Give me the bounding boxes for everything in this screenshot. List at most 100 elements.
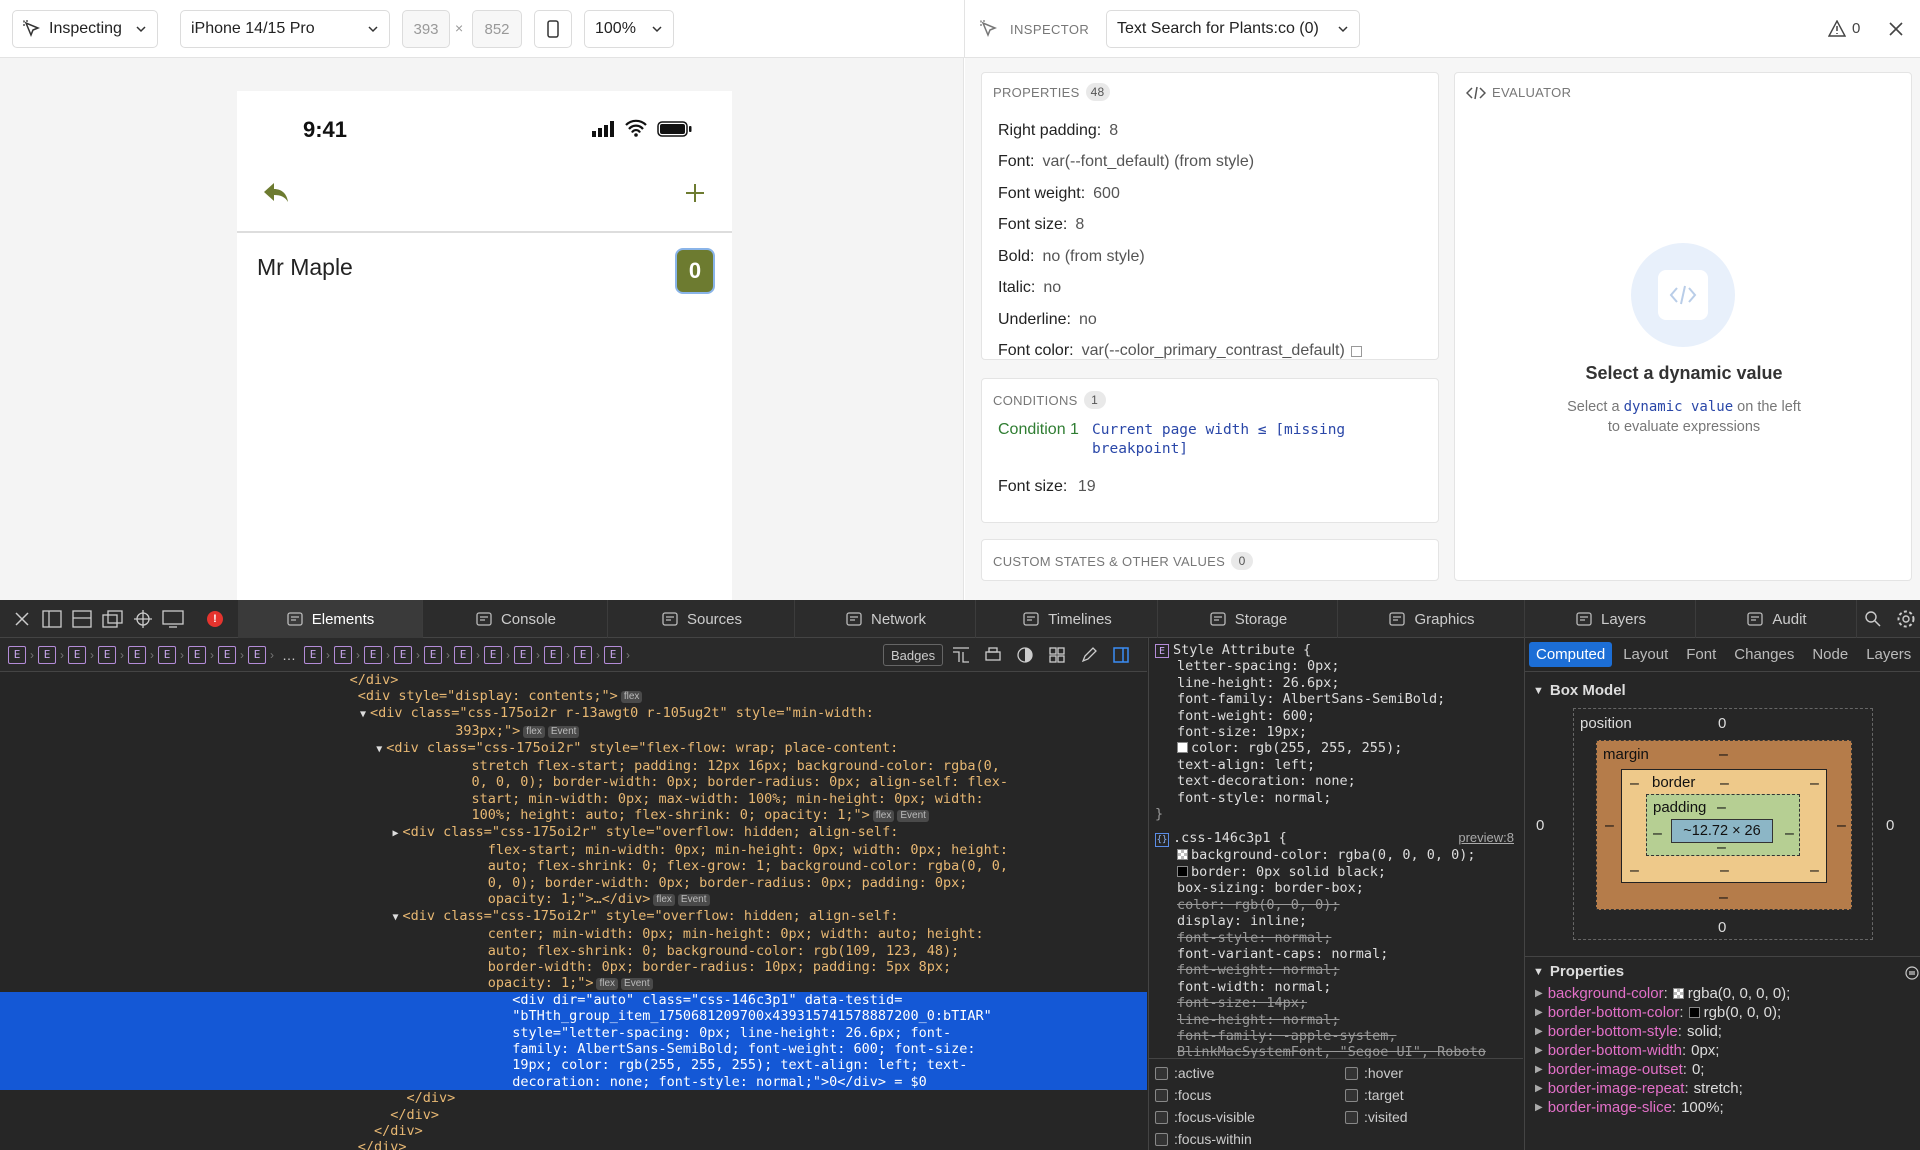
disclosure-triangle-icon[interactable]: ▶ — [393, 828, 399, 839]
pseudo-class-checkbox[interactable]: :active — [1155, 1065, 1214, 1081]
width-input[interactable]: 393 — [402, 10, 450, 48]
property-row[interactable]: Font size: 8 — [998, 210, 1428, 242]
breadcrumb-element[interactable]: E — [98, 645, 116, 664]
dom-tree-line[interactable]: <div style="display: contents;"> flex — [0, 688, 1147, 704]
flex-badge[interactable]: flex — [523, 726, 545, 739]
style-declaration[interactable]: line-height: 26.6px; — [1149, 675, 1523, 691]
devtools-tab-sources[interactable]: Sources — [609, 600, 795, 638]
breadcrumb-element[interactable]: E — [574, 645, 592, 664]
dom-tree-line[interactable]: family: AlbertSans-SemiBold; font-weight… — [0, 1040, 1147, 1058]
condition-expression[interactable]: Current page width ≤ [missing breakpoint] — [1092, 421, 1345, 459]
devtools-tab-console[interactable]: Console — [424, 600, 608, 638]
property-row[interactable]: Bold: no (from style) — [998, 241, 1428, 273]
computed-property[interactable]: ▶ background-color: rgba(0, 0, 0, 0); — [1535, 984, 1920, 1003]
devtools-tab-storage[interactable]: Storage — [1159, 600, 1338, 638]
height-input[interactable]: 852 — [472, 10, 522, 48]
rotate-device-button[interactable] — [534, 10, 572, 48]
detach-window-icon[interactable] — [102, 610, 124, 628]
property-row[interactable]: Italic: no — [998, 273, 1428, 305]
style-declaration[interactable]: BlinkMacSystemFont, "Segoe UI", Roboto — [1149, 1044, 1523, 1058]
breadcrumb-element[interactable]: E — [514, 645, 532, 664]
pseudo-class-checkbox[interactable]: :visited — [1345, 1109, 1408, 1125]
disclosure-triangle-icon[interactable]: ▶ — [1535, 1083, 1543, 1094]
event-badge[interactable]: Event — [897, 810, 929, 823]
appearance-icon[interactable] — [1016, 646, 1034, 664]
breadcrumb-element[interactable]: E — [604, 645, 622, 664]
style-declaration[interactable]: font-width: normal; — [1149, 979, 1523, 995]
dom-tree-line[interactable]: start; min-width: 0px; max-width: 100%; … — [0, 791, 1147, 807]
disclosure-triangle-icon[interactable]: ▼ — [393, 912, 399, 923]
computed-tab-layers[interactable]: Layers — [1859, 642, 1918, 667]
disclosure-triangle-icon[interactable]: ▶ — [1535, 1007, 1543, 1018]
dock-right-icon[interactable] — [72, 610, 92, 628]
close-icon[interactable] — [1888, 21, 1904, 37]
dom-tree-line[interactable]: "bTHth_group_item_1750681209700x43931574… — [0, 1008, 1147, 1025]
flex-badge[interactable]: flex — [596, 978, 619, 991]
disclosure-triangle-icon[interactable]: ▼ — [376, 744, 382, 755]
dom-tree-line[interactable]: </div> — [0, 1139, 1147, 1150]
breadcrumb-element[interactable]: E — [334, 645, 352, 664]
computed-tab-node[interactable]: Node — [1805, 642, 1855, 667]
style-declaration[interactable]: text-decoration: none; — [1149, 773, 1523, 789]
pencil-icon[interactable] — [1080, 646, 1098, 664]
event-badge[interactable]: Event — [677, 894, 710, 907]
flex-badge[interactable]: flex — [653, 894, 675, 907]
devtools-tab-network[interactable]: Network — [796, 600, 976, 638]
computed-tab-changes[interactable]: Changes — [1727, 642, 1801, 667]
search-icon[interactable] — [1864, 610, 1882, 628]
print-icon[interactable] — [984, 646, 1002, 664]
style-declaration[interactable]: color: rgb(255, 255, 255); — [1149, 740, 1523, 756]
layout-icon[interactable] — [952, 646, 970, 664]
color-swatch[interactable] — [1177, 865, 1188, 877]
disclosure-triangle-icon[interactable]: ▶ — [1535, 1064, 1543, 1075]
sidebar-toggle-icon[interactable] — [1112, 646, 1130, 664]
computed-property[interactable]: ▶ border-image-repeat: stretch; — [1535, 1079, 1920, 1098]
count-badge[interactable]: 0 — [675, 248, 715, 294]
devtools-tab-audit[interactable]: Audit — [1697, 600, 1857, 638]
disclosure-triangle-icon[interactable]: ▶ — [1535, 988, 1543, 999]
dom-tree-line[interactable]: style="letter-spacing: 0px; line-height:… — [0, 1024, 1147, 1041]
computed-property[interactable]: ▶ border-image-outset:0; — [1535, 1060, 1920, 1079]
dom-tree-line[interactable]: ▼ <div class="css-175oi2r r-13awgt0 r-105… — [0, 705, 1147, 723]
computed-tab-font[interactable]: Font — [1679, 642, 1723, 667]
property-row[interactable]: Font color: var(--color_primary_contrast_… — [998, 336, 1428, 368]
property-row[interactable]: Font weight: 600 — [998, 178, 1428, 210]
style-declaration[interactable]: font-style: normal; — [1149, 790, 1523, 806]
dom-tree-line[interactable]: ▼ <div class="css-175oi2r" style="flex-fl… — [0, 740, 1147, 758]
color-swatch[interactable] — [1688, 1007, 1700, 1018]
breadcrumb-element[interactable]: E — [424, 645, 442, 664]
properties-header[interactable]: ▼ Properties — [1533, 963, 1624, 980]
breadcrumb-element[interactable]: E — [304, 645, 322, 664]
breadcrumb-element[interactable]: E — [8, 645, 26, 664]
style-declaration[interactable]: line-height: normal; — [1149, 1012, 1523, 1028]
computed-property[interactable]: ▶ border-bottom-color: rgb(0, 0, 0); — [1535, 1003, 1920, 1022]
dom-tree-line[interactable]: ▼ <div class="css-175oi2r" style="overflo… — [0, 908, 1147, 926]
inspect-mode-dropdown[interactable]: Inspecting — [12, 10, 158, 48]
computed-property[interactable]: ▶ border-bottom-width:0px; — [1535, 1041, 1920, 1060]
breadcrumb-element[interactable]: E — [454, 645, 472, 664]
custom-states-card[interactable]: CUSTOM STATES & OTHER VALUES 0 — [981, 539, 1439, 581]
inspector-target-dropdown[interactable]: Text Search for Plants:co (0) — [1106, 10, 1360, 48]
style-declaration[interactable]: font-family: -apple-system, — [1149, 1028, 1523, 1044]
breadcrumb-element[interactable]: E — [158, 645, 176, 664]
device-dropdown[interactable]: iPhone 14/15 Pro — [180, 10, 390, 48]
style-declaration[interactable]: box-sizing: border-box; — [1149, 880, 1523, 896]
crosshair-icon[interactable] — [133, 609, 153, 629]
breadcrumb-element[interactable]: E — [484, 645, 502, 664]
color-swatch[interactable] — [1672, 988, 1684, 999]
color-swatch[interactable] — [1177, 742, 1188, 754]
breadcrumb-element[interactable]: E — [248, 645, 266, 664]
disclosure-triangle-icon[interactable]: ▶ — [1535, 1045, 1543, 1056]
computed-tab-computed[interactable]: Computed — [1529, 642, 1613, 667]
pseudo-class-checkbox[interactable]: :focus — [1155, 1087, 1211, 1103]
dom-tree-line[interactable]: stretch flex-start; padding: 12px 16px; … — [0, 758, 1147, 774]
disclosure-triangle-icon[interactable]: ▶ — [1535, 1026, 1543, 1037]
dom-tree-line[interactable]: 0, 0, 0); border-width: 0px; border-radi… — [0, 774, 1147, 790]
dom-tree-line[interactable]: </div> — [0, 1090, 1147, 1106]
style-declaration[interactable]: font-weight: 600; — [1149, 708, 1523, 724]
dom-tree-line[interactable]: 393px;"> flex Event — [0, 723, 1147, 739]
dom-tree-line[interactable]: <div dir="auto" class="css-146c3p1" data… — [0, 991, 1147, 1009]
style-declaration[interactable]: display: inline; — [1149, 913, 1523, 929]
dom-tree-line[interactable]: opacity: 1;">…</div> flex Event — [0, 891, 1147, 907]
breadcrumb-element[interactable]: E — [188, 645, 206, 664]
